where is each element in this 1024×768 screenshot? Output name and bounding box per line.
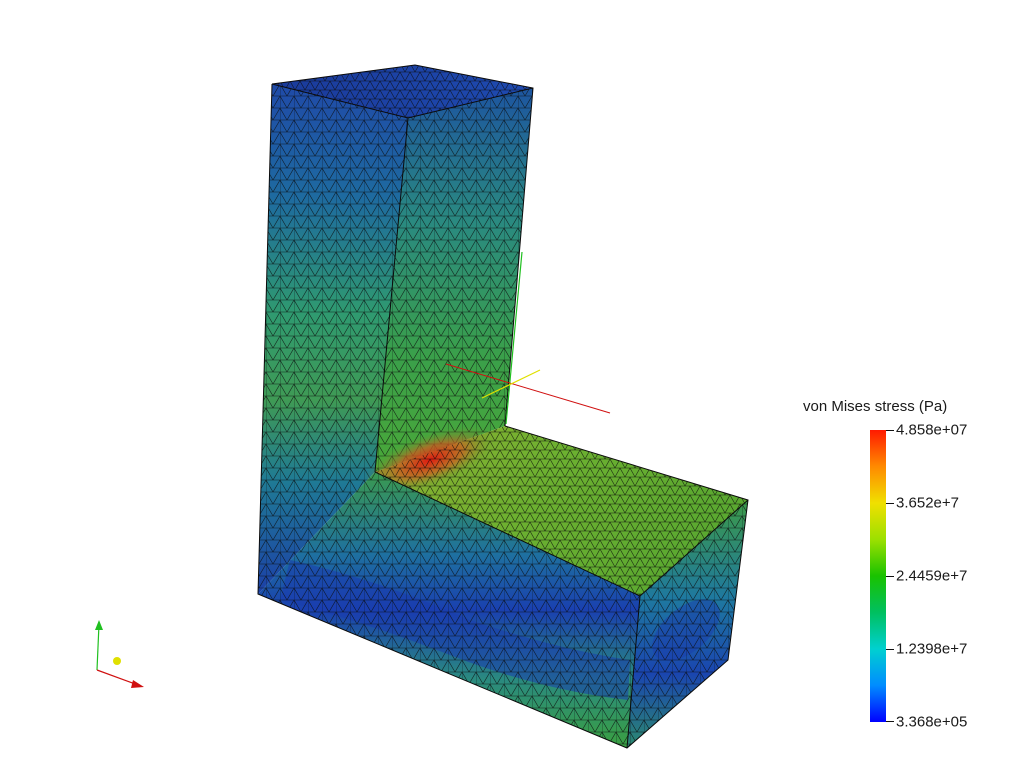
scalar-bar-tick-3 (886, 576, 894, 577)
orientation-axis-z-dot (113, 657, 121, 665)
scalar-bar-label-3: 2.4459e+7 (896, 567, 968, 585)
orientation-axis-y-arrow (95, 620, 103, 630)
scalar-bar-tick-2 (886, 503, 894, 504)
orientation-axis-y (96, 623, 100, 671)
scalar-bar-colormap (870, 430, 886, 722)
scalar-bar-label-4: 1.2398e+7 (896, 640, 968, 658)
scalar-bar-label-min: 3.368e+05 (896, 713, 968, 731)
scalar-bar-label-2: 3.652e+7 (896, 494, 959, 512)
scalar-bar-legend: von Mises stress (Pa) 4.858e+07 3.652e+7… (800, 398, 1020, 738)
l-bracket-mesh[interactable] (257, 64, 749, 749)
orientation-axis-x-arrow (131, 680, 144, 688)
scalar-bar-label-max: 4.858e+07 (896, 421, 968, 439)
orientation-axes (95, 620, 144, 688)
scalar-bar-tick-min (886, 721, 894, 722)
scalar-bar-tick-max (886, 430, 894, 431)
orientation-axis-x (96, 669, 139, 686)
scalar-bar-tick-4 (886, 649, 894, 650)
scalar-bar-title: von Mises stress (Pa) (803, 398, 948, 415)
